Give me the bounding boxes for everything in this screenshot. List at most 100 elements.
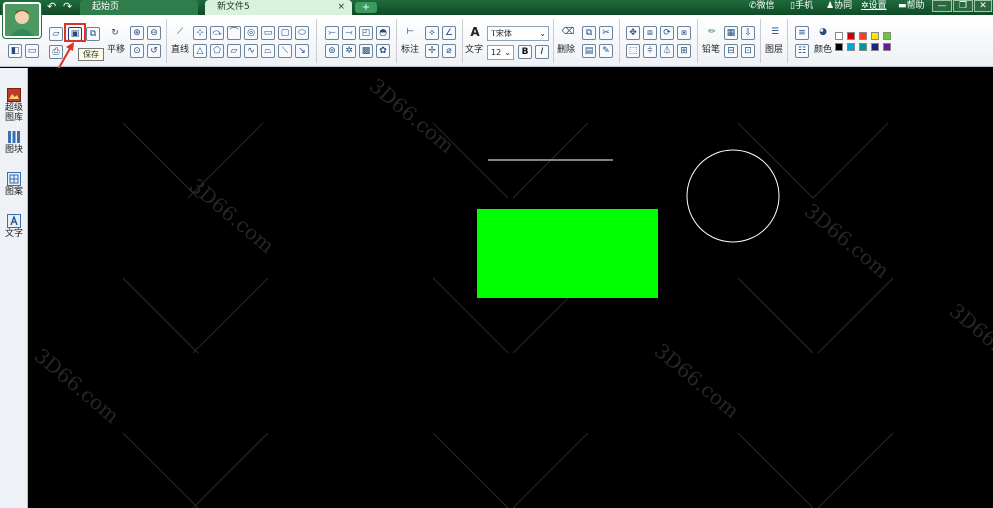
radius-dim-icon[interactable]: ✢: [425, 44, 439, 58]
offset-icon[interactable]: ⊚: [325, 44, 339, 58]
font-size-select[interactable]: 12 ⌄: [487, 45, 514, 60]
copy-icon[interactable]: ⧉: [582, 26, 596, 40]
pan-label[interactable]: 平移: [107, 45, 125, 56]
rectangle-tool-icon[interactable]: ▭: [261, 26, 275, 40]
gear-shape-icon[interactable]: ✲: [342, 44, 356, 58]
rounded-rect-icon[interactable]: ▢: [278, 26, 292, 40]
diagonal-line-icon[interactable]: ⟍: [278, 44, 292, 58]
line-weight-icon[interactable]: ≡: [795, 26, 809, 40]
help-link[interactable]: ▬帮助: [898, 0, 925, 13]
parallelogram-icon[interactable]: ▱: [227, 44, 241, 58]
color-wheel-icon[interactable]: ◕: [816, 26, 830, 40]
paste-icon[interactable]: ▤: [582, 44, 596, 58]
mirror-icon[interactable]: ⏃: [660, 44, 674, 58]
redo-icon[interactable]: ↷: [63, 1, 72, 13]
array-icon[interactable]: ⧆: [677, 26, 691, 40]
line-label[interactable]: 直线: [171, 45, 189, 56]
user-avatar[interactable]: [3, 2, 41, 38]
stretch-icon[interactable]: ⬚: [626, 44, 640, 58]
import-icon[interactable]: ⇩: [741, 26, 755, 40]
fill-icon[interactable]: ◓: [376, 26, 390, 40]
color-swatch[interactable]: [871, 43, 879, 51]
tab-start-page[interactable]: 起始页: [80, 0, 198, 15]
new-tab-button[interactable]: +: [355, 2, 377, 13]
color-swatch[interactable]: [859, 43, 867, 51]
undo-icon[interactable]: ↶: [47, 1, 56, 13]
delete-label[interactable]: 删除: [557, 45, 575, 56]
angle-dim-icon[interactable]: ∠: [442, 26, 456, 40]
freehand-icon[interactable]: ∿: [244, 44, 258, 58]
zoom-all-icon[interactable]: ↺: [147, 44, 161, 58]
color-label[interactable]: 颜色: [814, 45, 832, 56]
align-icon[interactable]: ⫩: [643, 44, 657, 58]
explode-icon[interactable]: ✿: [376, 44, 390, 58]
circle-tool-icon[interactable]: ◎: [244, 26, 258, 40]
color-swatch[interactable]: [847, 32, 855, 40]
zoom-window-icon[interactable]: ⊙: [130, 44, 144, 58]
extend-icon[interactable]: ⤙: [342, 26, 356, 40]
ellipse-icon[interactable]: ⬭: [295, 26, 309, 40]
brush-icon[interactable]: ✎: [599, 44, 613, 58]
cut-icon[interactable]: ✂: [599, 26, 613, 40]
color-swatch[interactable]: [883, 43, 891, 51]
curve-icon[interactable]: ⤼: [210, 26, 224, 40]
hatch-icon[interactable]: ▩: [359, 44, 373, 58]
italic-button[interactable]: I: [535, 45, 549, 59]
picture-icon[interactable]: ⊡: [741, 44, 755, 58]
line-tool-icon[interactable]: ⟋: [173, 26, 187, 40]
open-folder-icon[interactable]: ▱: [49, 27, 63, 41]
color-swatch[interactable]: [835, 43, 843, 51]
font-select[interactable]: Ⲧ宋体 ⌄: [487, 26, 549, 41]
text-tool-icon[interactable]: A: [468, 26, 482, 40]
fillet-icon[interactable]: ◰: [359, 26, 373, 40]
arrow-line-icon[interactable]: ↘: [295, 44, 309, 58]
save-as-icon[interactable]: ⧉: [86, 27, 100, 41]
dimension-icon[interactable]: ⊢: [403, 26, 417, 40]
color-swatch[interactable]: [847, 43, 855, 51]
wechat-link[interactable]: ✆微信: [749, 0, 775, 13]
table-icon[interactable]: ⊟: [724, 44, 738, 58]
move-icon[interactable]: ✥: [626, 26, 640, 40]
drawn-rectangle[interactable]: [477, 209, 658, 298]
arc-icon[interactable]: ⌒: [227, 26, 241, 40]
drawing-canvas[interactable]: 3D66.com 3D66.com 3D66.com 3D66.com 3D66.com…: [28, 68, 993, 508]
refresh-icon[interactable]: ↻: [108, 27, 122, 41]
sidebar-item-gallery[interactable]: 超级 图库: [1, 88, 27, 123]
eraser-icon[interactable]: ⌫: [561, 26, 575, 40]
color-swatch[interactable]: [883, 32, 891, 40]
triangle-icon[interactable]: △: [193, 44, 207, 58]
sidebar-item-text[interactable]: 文字: [1, 214, 27, 239]
line-type-icon[interactable]: ☷: [795, 44, 809, 58]
trapezoid-icon[interactable]: ⏢: [261, 44, 275, 58]
tab-new-file[interactable]: 新文件5 ×: [205, 0, 352, 15]
restore-button[interactable]: ❐: [953, 0, 973, 12]
pencil-label[interactable]: 铅笔: [702, 45, 720, 56]
rotate-icon[interactable]: ⟳: [660, 26, 674, 40]
scale-icon[interactable]: ⧈: [643, 26, 657, 40]
close-window-button[interactable]: ✕: [974, 0, 992, 12]
polyline-icon[interactable]: ⊹: [193, 26, 207, 40]
open-template-icon[interactable]: ▭: [25, 44, 39, 58]
bold-button[interactable]: B: [518, 45, 532, 59]
color-swatch[interactable]: [871, 32, 879, 40]
pencil-icon[interactable]: ✏: [705, 26, 719, 40]
color-swatch[interactable]: [835, 32, 843, 40]
close-tab-icon[interactable]: ×: [337, 0, 345, 15]
mobile-link[interactable]: ▯手机: [790, 0, 813, 13]
sidebar-item-pattern[interactable]: 图案: [1, 172, 27, 197]
collaborate-link[interactable]: ♟协同: [826, 0, 852, 13]
zoom-in-icon[interactable]: ⊕: [130, 26, 144, 40]
sidebar-item-block[interactable]: 图块: [1, 130, 27, 155]
minimize-button[interactable]: —: [932, 0, 952, 12]
image-icon[interactable]: ▦: [724, 26, 738, 40]
diameter-dim-icon[interactable]: ⌀: [442, 44, 456, 58]
group-icon[interactable]: ⊞: [677, 44, 691, 58]
drawn-circle[interactable]: [686, 149, 780, 243]
settings-link[interactable]: ✲设置: [861, 0, 887, 13]
zoom-out-icon[interactable]: ⊖: [147, 26, 161, 40]
color-swatch[interactable]: [859, 32, 867, 40]
trim-icon[interactable]: ⤚: [325, 26, 339, 40]
new-file-icon[interactable]: ◧: [8, 44, 22, 58]
text-label[interactable]: 文字: [465, 45, 483, 56]
dimension-label[interactable]: 标注: [401, 45, 419, 56]
